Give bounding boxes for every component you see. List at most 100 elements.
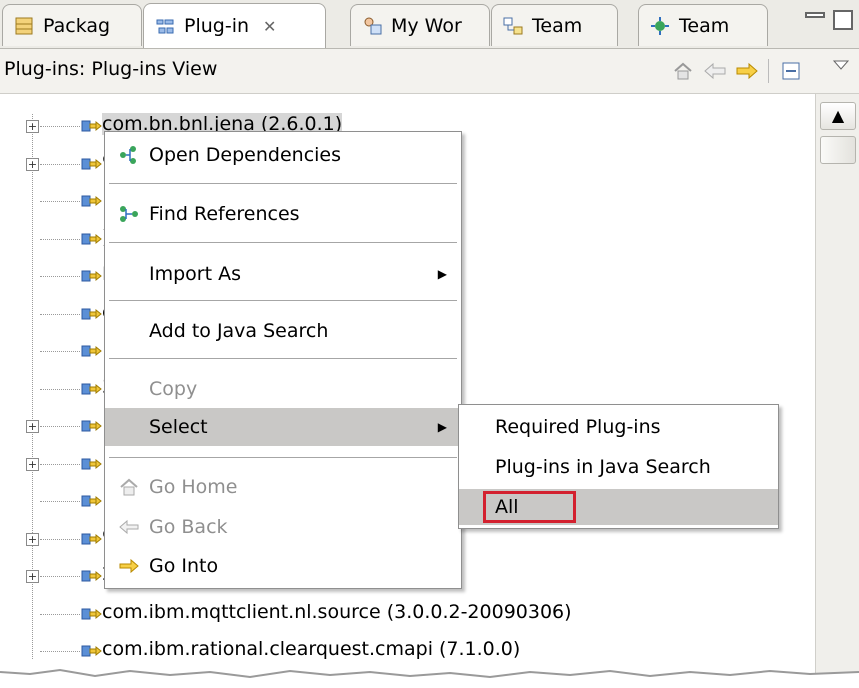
team-sync-icon	[651, 16, 669, 35]
plugin-icon	[81, 608, 102, 619]
plugin-icon	[81, 308, 102, 319]
tab-label: My Wor	[391, 14, 462, 37]
maximize-icon[interactable]	[833, 10, 853, 30]
menu-item-go-back: Go Back	[105, 508, 461, 546]
menu-item-select[interactable]: Select ▶	[105, 408, 461, 446]
menu-separator	[109, 457, 457, 458]
menu-item-import-as[interactable]: Import As ▶	[105, 255, 461, 293]
scroll-thumb[interactable]	[820, 136, 856, 164]
plugins-view-icon	[156, 19, 174, 34]
submenu-item-required-plug-ins[interactable]: Required Plug-ins	[459, 409, 778, 445]
tab-my-work[interactable]: My Wor	[350, 4, 490, 46]
tree-connector	[40, 351, 80, 352]
minimize-icon[interactable]	[805, 12, 825, 18]
menu-item-label: Go Home	[149, 476, 238, 498]
submenu-item-label: Plug-ins in Java Search	[495, 456, 711, 478]
forward-arrow-icon[interactable]	[732, 57, 762, 85]
expand-icon[interactable]: +	[26, 457, 39, 471]
tree-connector	[40, 163, 80, 165]
tree-connector	[40, 576, 80, 577]
menu-item-label: Go Into	[149, 555, 219, 577]
home-icon	[117, 475, 141, 499]
back-arrow-icon	[117, 515, 141, 539]
submenu-arrow-icon: ▶	[437, 420, 447, 434]
plugin-icon	[81, 158, 102, 169]
plugin-icon	[81, 345, 102, 357]
expand-icon[interactable]: +	[26, 532, 39, 546]
collapse-all-icon[interactable]	[776, 57, 806, 85]
menu-item-label: Open Dependencies	[149, 144, 342, 166]
view-title: Plug-ins: Plug-ins View	[4, 58, 218, 80]
view-toolbar: Plug-ins: Plug-ins View	[0, 49, 859, 94]
expand-icon[interactable]: +	[26, 120, 39, 133]
tree-connector	[40, 463, 80, 465]
expand-icon[interactable]: +	[26, 570, 39, 583]
submenu-item-label: Required Plug-ins	[495, 416, 661, 438]
tree-connector	[40, 238, 80, 240]
menu-item-label: Find References	[149, 203, 300, 225]
tree-connector	[40, 426, 80, 427]
submenu-item-all[interactable]: All	[459, 489, 778, 525]
plugin-icon	[81, 533, 102, 544]
plugin-icon	[81, 270, 102, 282]
tree-row-label: com.ibm.rational.clearquest.cmapi (7.1.0…	[102, 638, 521, 660]
tree-connector	[40, 126, 80, 127]
tree-connector	[40, 501, 80, 502]
view-tab-bar: Packag Plug-in ✕ My Wor Team Team	[0, 0, 859, 49]
menu-separator	[109, 242, 457, 243]
plugin-icon	[81, 383, 102, 394]
my-work-icon	[364, 17, 382, 34]
close-icon[interactable]: ✕	[263, 17, 276, 36]
forward-arrow-icon	[117, 554, 141, 578]
plugin-icon	[81, 458, 102, 469]
menu-item-go-into[interactable]: Go Into	[105, 547, 461, 585]
tab-team-sync[interactable]: Team	[638, 4, 768, 46]
menu-item-go-home: Go Home	[105, 468, 461, 506]
menu-separator	[109, 358, 457, 359]
menu-item-find-references[interactable]: Find References	[105, 195, 461, 233]
tab-package-explorer[interactable]: Packag	[2, 4, 142, 46]
submenu-arrow-icon: ▶	[437, 267, 447, 281]
menu-item-open-dependencies[interactable]: Open Dependencies	[105, 136, 461, 174]
submenu-item-plug-ins-in-java-search[interactable]: Plug-ins in Java Search	[459, 449, 778, 485]
references-icon	[117, 202, 141, 226]
expand-icon[interactable]: +	[26, 157, 39, 171]
eclipse-plugins-view: Packag Plug-in ✕ My Wor Team Team Plug-i…	[0, 0, 859, 688]
tree-connector	[40, 388, 80, 390]
tree-connector	[40, 313, 80, 315]
tree-row-label: com.ibm.mqttclient.nl.source (3.0.0.2-20…	[102, 600, 572, 623]
tree-connector	[40, 651, 80, 652]
tab-label: Plug-in	[184, 15, 250, 37]
menu-separator	[109, 300, 457, 301]
package-explorer-icon	[15, 17, 33, 34]
scroll-up-icon[interactable]: ▲	[820, 102, 856, 130]
tree-connector	[40, 613, 80, 615]
plugin-icon	[81, 495, 102, 507]
window-controls	[805, 10, 853, 30]
menu-item-label: Copy	[149, 378, 198, 400]
toolbar-separator	[768, 59, 769, 83]
menu-item-add-to-java-search[interactable]: Add to Java Search	[105, 312, 461, 350]
plugin-icon	[81, 645, 102, 657]
vertical-scrollbar[interactable]: ▲	[815, 94, 859, 688]
plugin-icon	[81, 120, 102, 132]
tab-plug-ins[interactable]: Plug-in ✕	[143, 3, 326, 48]
tab-team[interactable]: Team	[491, 4, 618, 46]
torn-edge-decoration	[0, 668, 859, 688]
menu-separator	[109, 183, 457, 184]
plugin-icon	[81, 233, 102, 244]
home-icon[interactable]	[668, 57, 698, 85]
tab-label: Team	[532, 14, 583, 37]
submenu-item-label: All	[495, 496, 519, 518]
tree-connector	[40, 276, 80, 277]
team-icon	[503, 17, 523, 34]
tree-row[interactable]: com.ibm.mqttclient.nl.source (3.0.0.2-20…	[0, 596, 800, 632]
expand-icon[interactable]: +	[26, 420, 39, 433]
menu-item-label: Go Back	[149, 516, 228, 538]
tree-connector	[40, 201, 80, 202]
plugin-icon	[81, 570, 102, 582]
view-menu-icon[interactable]	[826, 51, 856, 79]
menu-item-copy: Copy	[105, 370, 461, 408]
tab-label: Team	[679, 14, 730, 37]
back-arrow-icon[interactable]	[700, 57, 730, 85]
